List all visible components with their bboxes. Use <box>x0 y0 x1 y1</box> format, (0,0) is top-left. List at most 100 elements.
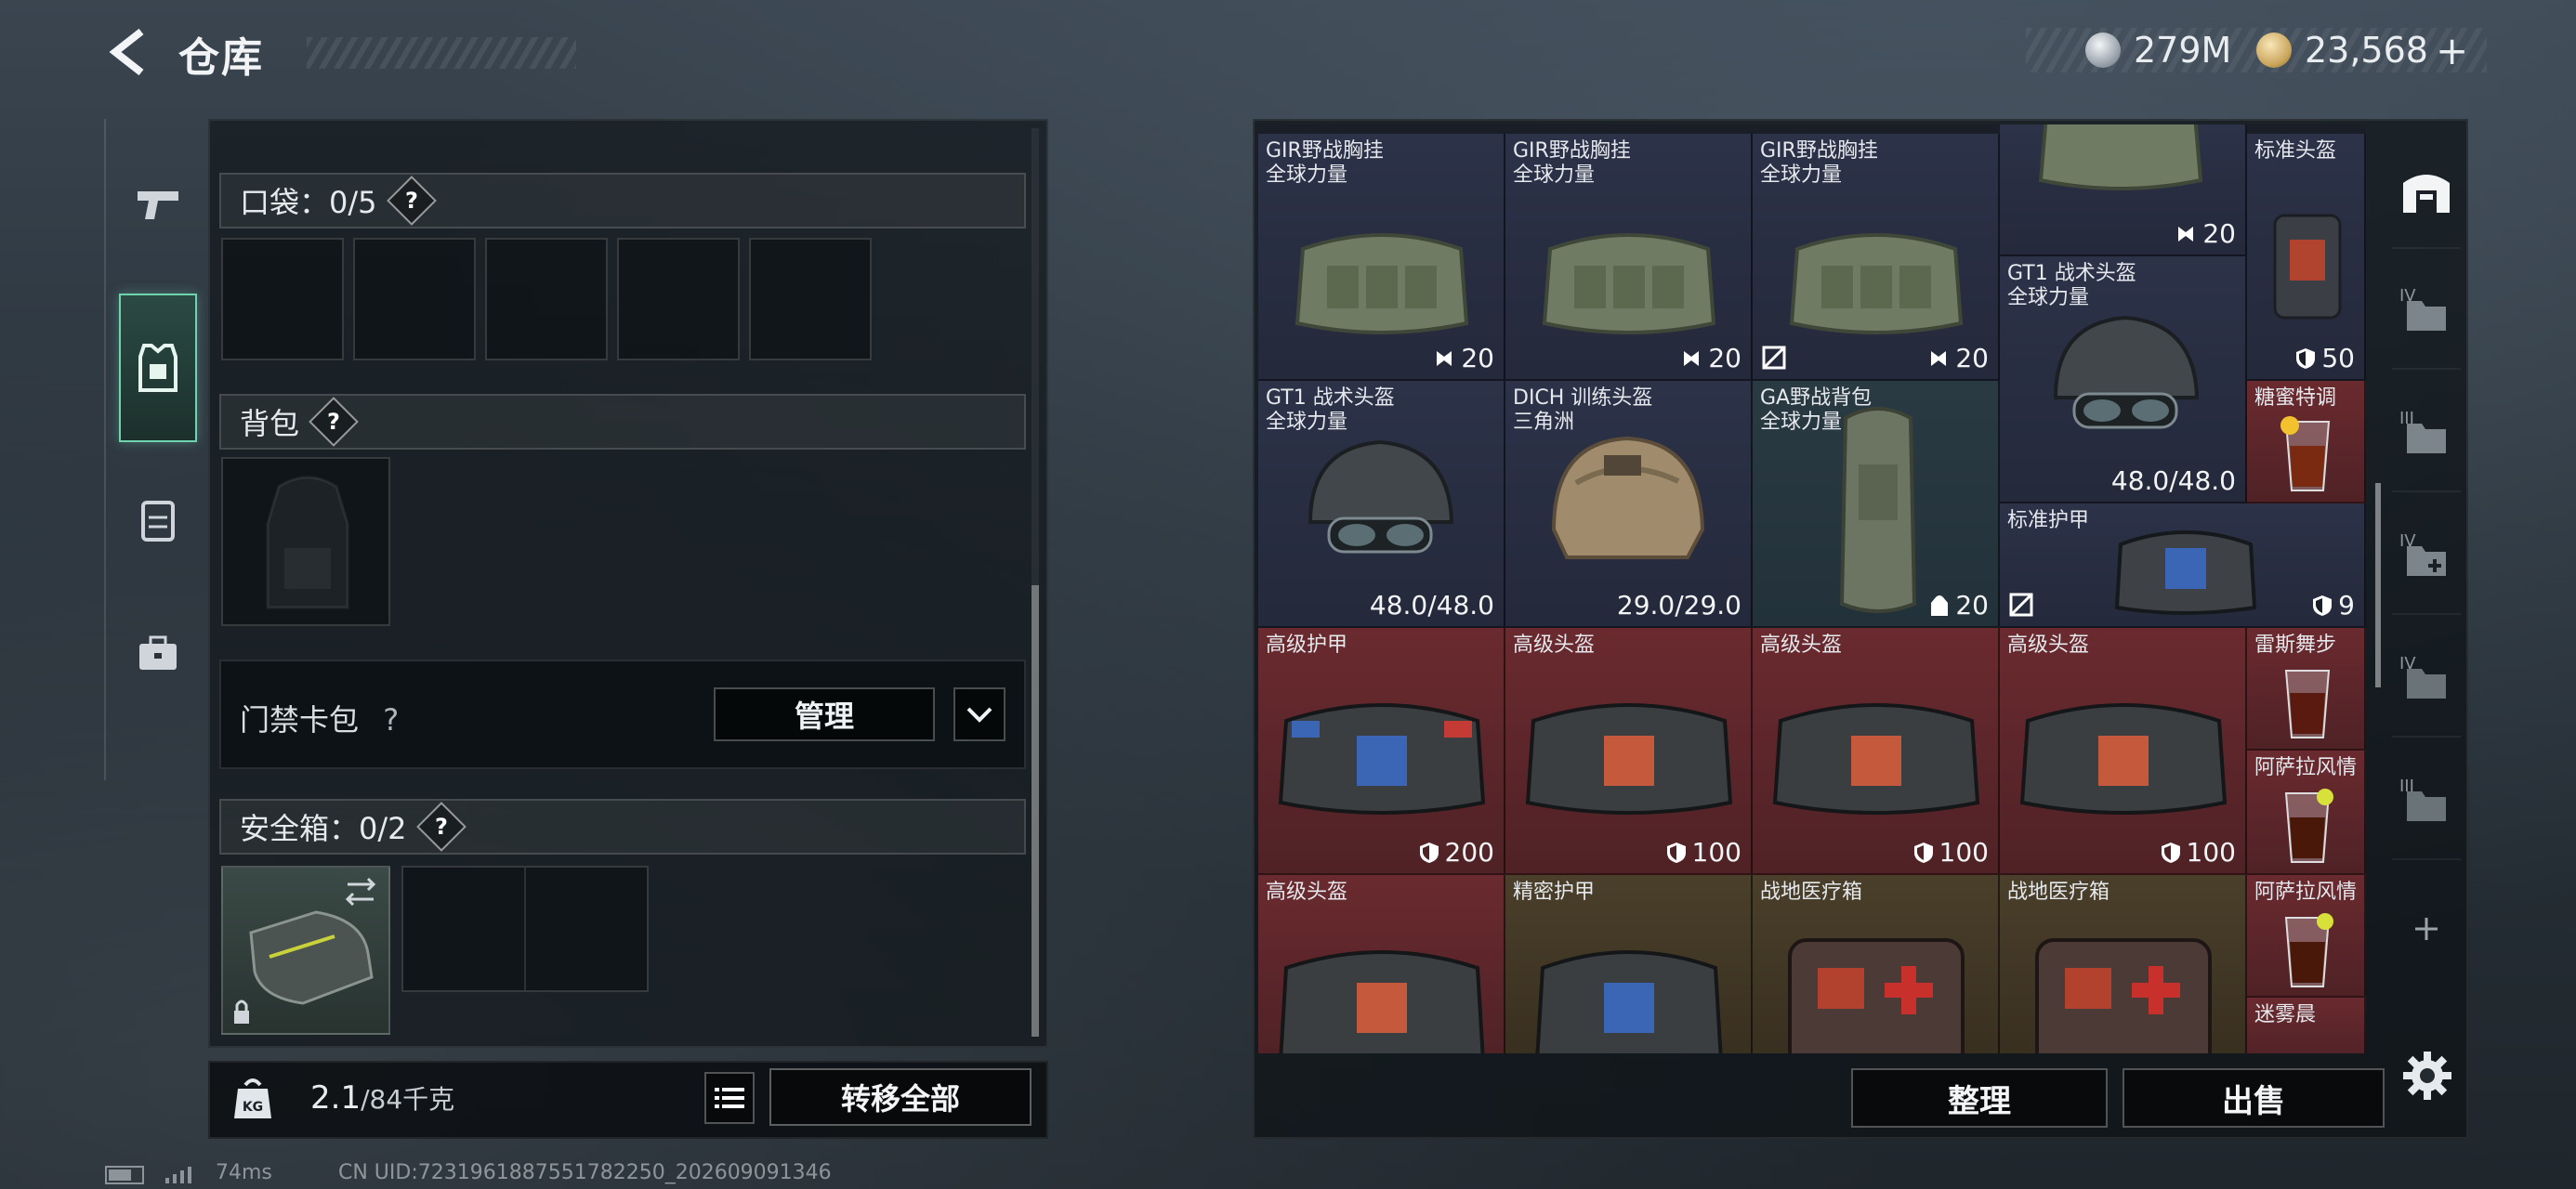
stash-item[interactable]: 20 <box>2000 124 2247 256</box>
no-insure-icon <box>2009 593 2033 617</box>
safe-box-slot[interactable] <box>221 866 390 1035</box>
loadout-scrollbar[interactable] <box>1032 585 1039 1037</box>
chest-rig-item-icon <box>1295 233 1469 334</box>
swap-icon <box>345 877 376 907</box>
stash-item[interactable]: 雷斯舞步 <box>2247 628 2366 751</box>
transfer-all-button[interactable]: 转移全部 <box>769 1068 1032 1126</box>
stash-item[interactable]: GIR野战胸挂 全球力量 20 <box>1258 134 1505 381</box>
helmet-case-icon <box>2019 703 2228 815</box>
armor-vest-icon <box>138 344 177 392</box>
stash-item[interactable]: 阿萨拉风情 <box>2247 875 2366 998</box>
stash-item[interactable]: 精密护甲 <box>1505 875 1753 1053</box>
safe-box-help-icon[interactable]: ? <box>415 802 467 852</box>
silver-coin-icon <box>2085 33 2121 68</box>
stash-scrollbar[interactable] <box>2375 483 2381 687</box>
stash-item[interactable]: 高级护甲 200 <box>1258 628 1505 875</box>
tab-weapons[interactable] <box>119 165 197 243</box>
stash-item[interactable]: GT1 战术头盔 全球力量 48.0/48.0 <box>1258 381 1505 628</box>
sell-button[interactable]: 出售 <box>2123 1068 2385 1128</box>
add-currency-button[interactable]: + <box>2436 28 2468 73</box>
stash-tab-4[interactable]: IV <box>2392 503 2461 615</box>
shield-icon <box>2161 842 2180 863</box>
list-view-button[interactable] <box>704 1072 755 1124</box>
silver-amount: 279M <box>2134 30 2232 71</box>
stash-item[interactable]: 高级头盔 <box>1258 875 1505 1053</box>
chest-rig-item-icon <box>1542 233 1716 334</box>
safe-box-empty-slot[interactable] <box>401 866 649 992</box>
helmet-case-icon <box>1772 703 1980 815</box>
stash-tab-6[interactable]: III <box>2392 749 2461 860</box>
sort-button[interactable]: 整理 <box>1851 1068 2108 1128</box>
drink-glass-icon <box>2280 416 2331 491</box>
silver-currency: 279M <box>2085 28 2231 72</box>
chest-rig-item-icon <box>1789 233 1964 334</box>
training-helmet-icon <box>1551 436 1705 559</box>
list-icon <box>715 1088 744 1108</box>
stash-item[interactable]: 标准护甲 9 <box>2000 503 2366 628</box>
stash-item[interactable]: 标准头盔 50 <box>2247 134 2366 381</box>
pockets-label: 口袋：0/5 <box>240 185 377 220</box>
pocket-slot[interactable] <box>221 238 344 360</box>
backpack-label: 背包 <box>240 406 300 441</box>
tactical-helmet-icon <box>1308 439 1454 554</box>
chest-rig-icon <box>141 501 175 542</box>
add-stash-tab-button[interactable] <box>2392 873 2461 985</box>
backpack-header: 背包 ? <box>219 394 1026 450</box>
gold-currency[interactable]: 23,568 + <box>2256 28 2468 73</box>
backpack-slot[interactable] <box>221 457 390 626</box>
stash-home-icon <box>2403 175 2450 213</box>
stash-grid: GIR野战胸挂 全球力量 20 GIR野战胸挂 全球力量 20 GIR野战胸挂 … <box>1258 124 2366 1053</box>
kg-weight-icon: KG <box>234 1078 271 1118</box>
pockets-help-icon[interactable]: ? <box>386 176 437 226</box>
stash-tab-2[interactable]: IV <box>2392 258 2461 370</box>
stash-tab-5[interactable]: IV <box>2392 626 2461 738</box>
manage-button[interactable]: 管理 <box>714 687 935 741</box>
stash-item[interactable]: 迷雾晨 <box>2247 998 2366 1053</box>
keycard-dropdown-button[interactable] <box>953 687 1005 741</box>
body-armor-icon <box>1278 703 1486 815</box>
page-title: 仓库 <box>178 34 264 82</box>
shield-icon <box>1419 842 1439 863</box>
safe-box-label: 安全箱：0/2 <box>240 811 407 846</box>
stash-item[interactable]: 糖蜜特调 <box>2247 381 2366 503</box>
pocket-slot[interactable] <box>485 238 608 360</box>
stash-item[interactable]: 高级头盔 100 <box>1505 628 1753 875</box>
stash-item[interactable]: 战地医疗箱 <box>1753 875 2000 1053</box>
stash-item[interactable]: GT1 战术头盔 全球力量 48.0/48.0 <box>2000 256 2247 503</box>
field-backpack-icon <box>1839 407 1917 613</box>
stash-tab-3[interactable]: III <box>2392 381 2461 492</box>
stash-page-tabs: IV III IV IV III <box>2392 130 2461 1068</box>
stash-item[interactable]: 高级头盔 100 <box>2000 628 2247 875</box>
pocket-slot[interactable] <box>617 238 740 360</box>
tab-rig[interactable] <box>119 481 197 559</box>
shield-icon <box>1913 842 1933 863</box>
stash-item[interactable]: 高级头盔 100 <box>1753 628 2000 875</box>
stash-item[interactable]: GIR野战胸挂 全球力量 20 <box>1505 134 1753 381</box>
stash-item[interactable]: DICH 训练头盔 三角洲 29.0/29.0 <box>1505 381 1753 628</box>
first-aid-kit-icon <box>1788 938 1965 1053</box>
rig-capacity-icon <box>1437 350 1452 366</box>
gold-amount: 23,568 <box>2305 30 2428 71</box>
shield-icon <box>1666 842 1686 863</box>
stash-item[interactable]: GA野战背包 全球力量 20 <box>1753 381 2000 628</box>
chest-rig-item-icon <box>2038 124 2203 190</box>
stash-item[interactable]: 战地医疗箱 <box>2000 875 2247 1053</box>
backpack-help-icon[interactable]: ? <box>309 397 359 447</box>
tab-case[interactable] <box>119 615 197 693</box>
rig-capacity-icon <box>1684 350 1700 366</box>
pocket-slot[interactable] <box>353 238 476 360</box>
back-arrow-icon[interactable] <box>104 26 156 78</box>
tab-gear[interactable] <box>119 294 197 442</box>
stash-item[interactable]: 阿萨拉风情 <box>2247 751 2366 875</box>
gold-coin-icon <box>2256 33 2292 68</box>
pocket-slot[interactable] <box>749 238 872 360</box>
drink-glass-icon <box>2284 913 2333 987</box>
briefcase-icon <box>139 635 177 670</box>
title-decoration <box>307 37 576 69</box>
helmet-case-icon <box>1525 703 1733 815</box>
stash-tab-home[interactable] <box>2392 137 2461 249</box>
drink-glass-icon <box>2284 789 2333 863</box>
gear-icon[interactable] <box>2401 1050 2453 1102</box>
stash-item[interactable]: GIR野战胸挂 全球力量 20 <box>1753 134 2000 381</box>
lock-icon <box>234 1011 249 1024</box>
